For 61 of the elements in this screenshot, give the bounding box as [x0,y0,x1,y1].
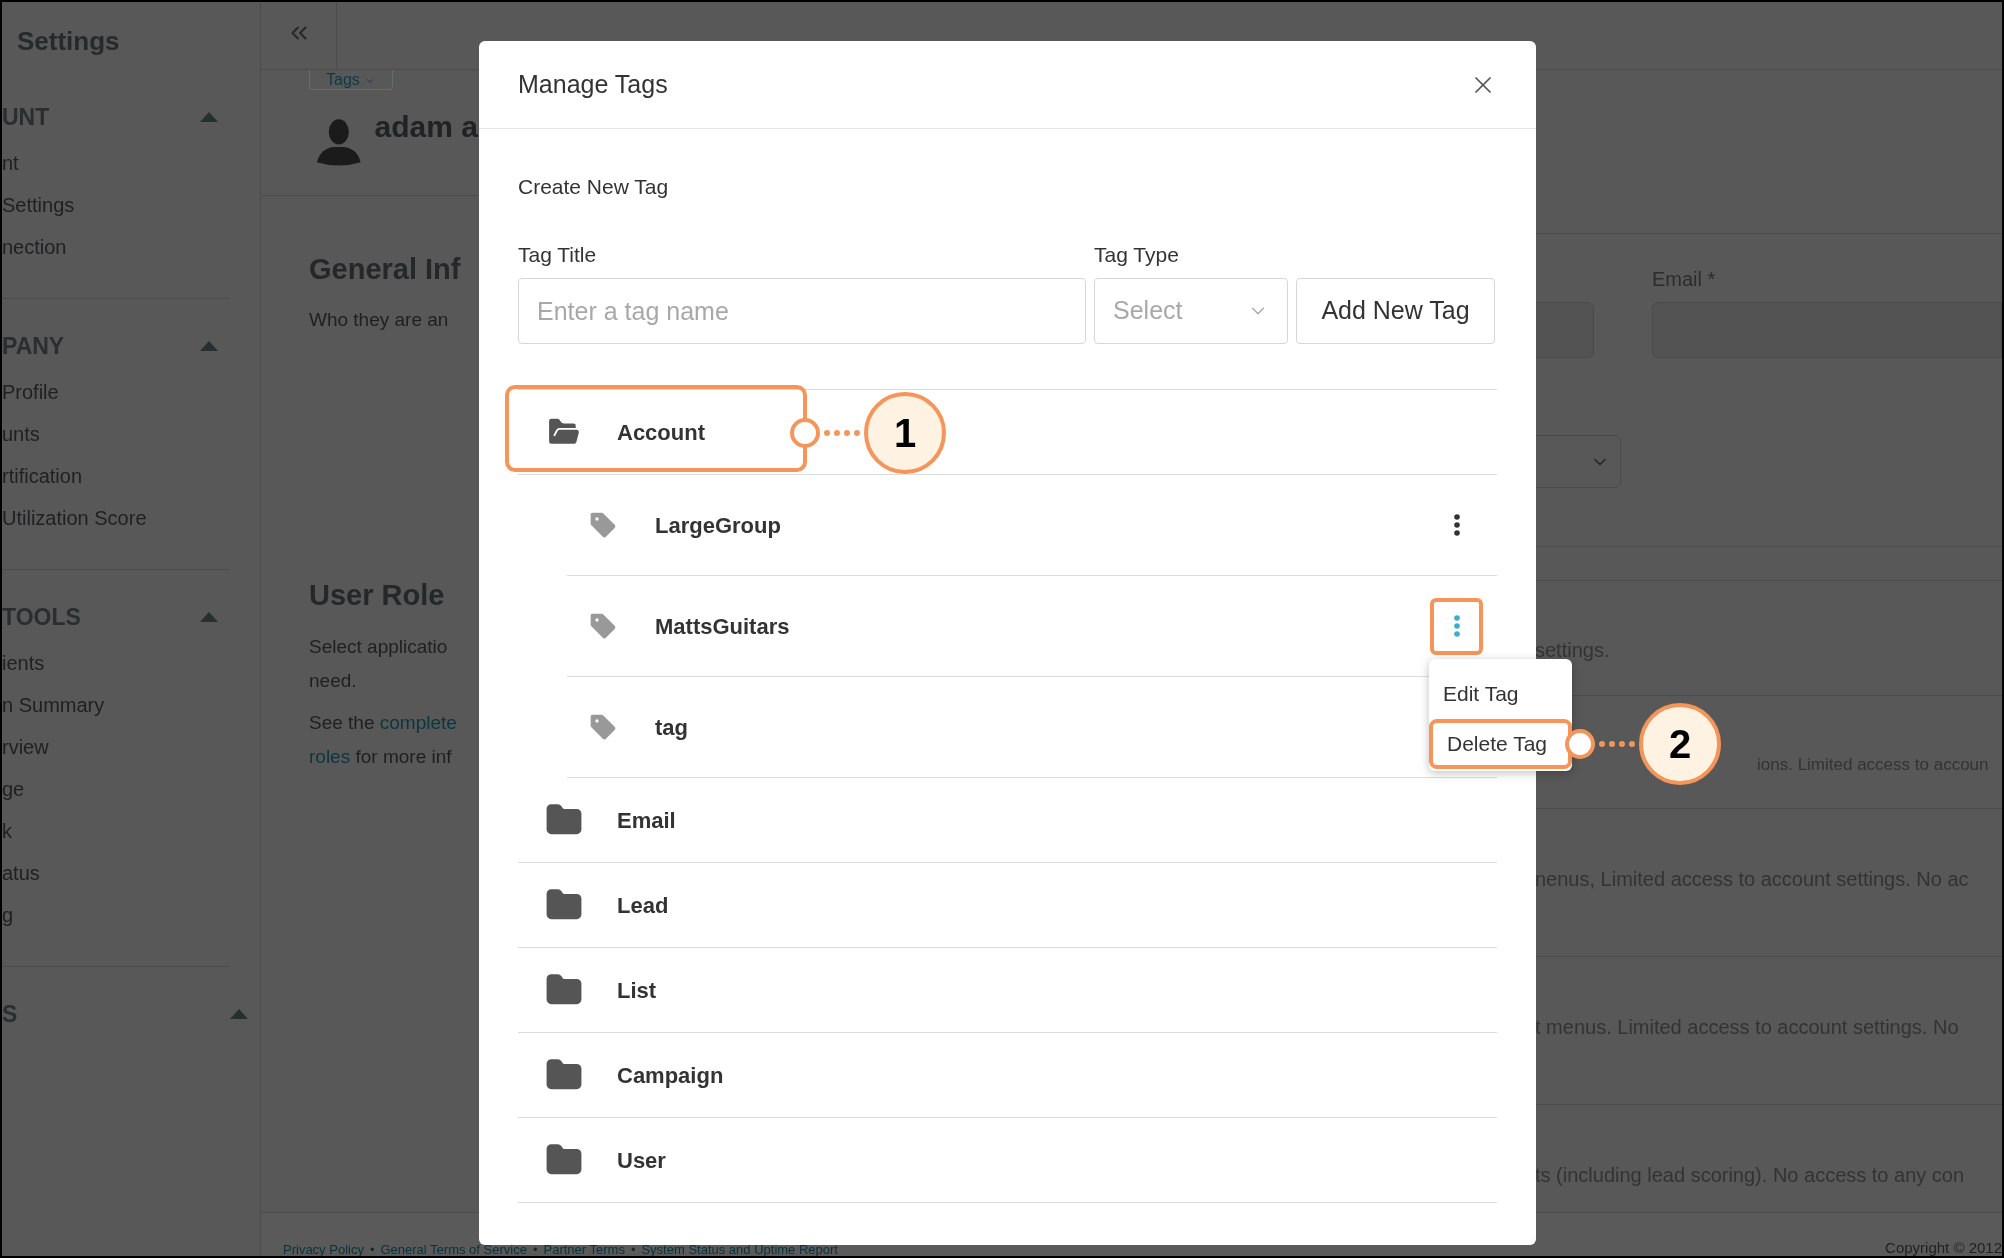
tags-dropdown-button[interactable]: Tags [309,70,393,90]
sidebar-item[interactable]: ge [2,768,230,810]
sidebar-item[interactable]: g [2,894,230,936]
add-new-tag-button[interactable]: Add New Tag [1296,278,1495,344]
folder-name[interactable]: Account [617,415,705,449]
role-description: Select applicatio [309,634,449,659]
callout-number: 1 [864,391,946,474]
tag-name[interactable]: MattsGuitars [655,609,1394,643]
footer-link[interactable]: System Status and Uptime Report [641,1243,838,1256]
sidebar-item[interactable]: n Summary [2,684,230,726]
section-description: Who they are an [309,307,450,332]
menu-item[interactable]: Edit Tag [1429,669,1572,719]
more-options-button[interactable] [1430,597,1483,655]
folder-name[interactable]: User [617,1143,666,1177]
folder-name[interactable]: Email [617,803,676,837]
field-label: Tag Type [1094,241,1180,268]
role-text: for more inf [354,744,452,769]
tag-type-select[interactable]: Select [1094,278,1288,344]
tag-name[interactable]: LargeGroup [655,508,1394,542]
sidebar-item[interactable]: ients [2,642,230,684]
copyright-text: Copyright © 2012 [1885,1240,2002,1256]
sidebar-item[interactable]: Utilization Score [2,497,230,539]
email-input[interactable] [1652,302,2002,358]
dialog-title: Manage Tags [518,68,668,100]
footer-link[interactable]: General Terms of Service [380,1243,527,1256]
footer-separator: • [369,1243,375,1256]
text-input[interactable] [1535,302,1594,358]
collapse-triangle-icon[interactable] [230,1009,248,1019]
sidebar-item[interactable]: rtification [2,455,230,497]
sidebar-item[interactable]: unts [2,413,230,455]
sidebar-item[interactable]: Settings [2,184,230,226]
sidebar-item[interactable]: rview [2,726,230,768]
folder-name[interactable]: Campaign [617,1058,724,1092]
collapse-triangle-icon[interactable] [200,612,218,622]
collapse-triangle-icon[interactable] [200,112,218,122]
tag-icon [587,711,619,743]
sidebar-item[interactable]: Profile [2,371,230,413]
footer-separator: • [630,1243,636,1256]
role-text: See the [309,710,376,735]
role-link[interactable]: roles [309,739,351,774]
collapse-triangle-icon[interactable] [200,341,218,351]
role-link[interactable]: complete [379,705,457,740]
tag-icon [587,509,619,541]
more-options-icon [1453,514,1460,536]
tag-title-input[interactable]: Enter a tag name [518,278,1086,344]
sidebar-item[interactable]: nection [2,226,230,268]
role-description: need. [309,668,358,693]
footer-link[interactable]: Privacy Policy [283,1243,364,1256]
footer-link[interactable]: Partner Terms [543,1243,625,1256]
folder-name[interactable]: Lead [617,888,669,922]
callout-number: 2 [1639,703,1721,785]
tag-icon [587,610,619,642]
sidebar-item[interactable]: k [2,810,230,852]
footer-separator: • [532,1243,538,1256]
section-title: Create New Tag [518,174,670,200]
more-options-icon [1453,615,1460,637]
folder-name[interactable]: List [617,973,657,1007]
profile-name: adam a [374,109,478,145]
sidebar-item[interactable]: nt [2,142,230,184]
field-label: Tag Title [518,241,598,268]
sidebar-item[interactable]: atus [2,852,230,894]
